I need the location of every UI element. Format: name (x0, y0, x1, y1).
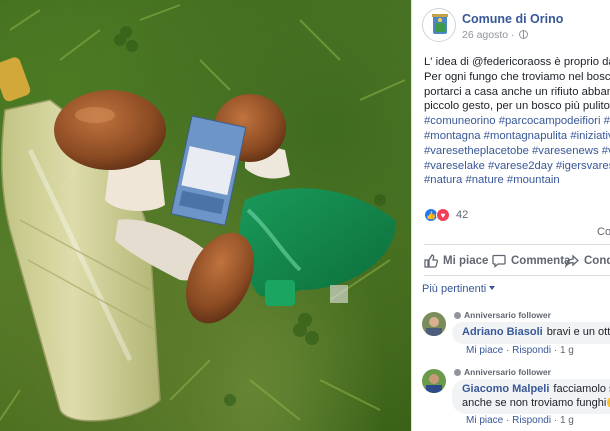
love-reaction-icon: ♥ (436, 208, 450, 222)
follower-badge-text: Anniversario follower (464, 367, 551, 377)
page-name[interactable]: Comune di Orino (462, 12, 563, 26)
plastic-bag (239, 188, 396, 306)
comment-text: anche se non troviamo funghi (462, 396, 607, 409)
badge-icon (454, 369, 461, 376)
post-photo[interactable] (0, 0, 411, 431)
comment-text: bravi e un ottima ide (546, 326, 610, 338)
avatar[interactable] (422, 312, 446, 336)
divider (424, 275, 610, 276)
hashtag-line[interactable]: #vareselake #varese2day #igersvarese # (424, 159, 610, 174)
caret-down-icon (489, 286, 496, 290)
avatar-photo (422, 369, 446, 393)
comment-button-label: Commenta (511, 255, 571, 267)
post-date-text[interactable]: 26 agosto (462, 29, 508, 41)
hashtag-line[interactable]: #comuneorino #parcocampodeifiori #can (424, 114, 610, 129)
comment-icon (492, 254, 506, 268)
follower-badge: Anniversario follower (454, 367, 551, 377)
comments-count[interactable]: Co (597, 226, 610, 238)
comment-reply-link[interactable]: Rispondi (512, 345, 551, 356)
reaction-count[interactable]: 42 (456, 209, 468, 221)
comment-author[interactable]: Giacomo Malpeli (462, 383, 549, 395)
action-bar: Mi piace Commenta Condi (424, 250, 610, 272)
hashtag-line[interactable]: #natura #nature #mountain (424, 173, 610, 188)
divider (424, 244, 610, 245)
photo-scene (0, 4, 406, 422)
like-button[interactable]: Mi piace (424, 250, 488, 272)
comment-sort-label: Più pertinenti (422, 283, 487, 295)
like-button-label: Mi piace (443, 255, 489, 267)
comment-bubble: Adriano Biasolibravi e un ottima ide (452, 322, 610, 344)
comment-bubble: Giacomo Malpeli facciamolo sempr anche se… (452, 379, 610, 414)
globe-icon (519, 30, 529, 39)
share-button-label: Condi (584, 255, 610, 267)
comment-reply-link[interactable]: Rispondi (512, 415, 551, 426)
page-avatar[interactable] (422, 8, 456, 42)
comment-text: facciamolo sempr (553, 383, 610, 395)
post-text: L' idea di @federicoraoss è proprio da c… (424, 55, 610, 188)
post-text-line: Per ogni fungo che troviamo nel bosco p (424, 70, 610, 83)
post-text-line: piccolo gesto, per un bosco più pulito. (424, 100, 610, 113)
hashtag-line[interactable]: #montagna #montagnapulita #iniziativa # (424, 129, 610, 144)
cigarette-pack (170, 115, 247, 226)
like-icon (424, 254, 438, 268)
comment-sort-dropdown[interactable]: Più pertinenti (422, 283, 496, 295)
share-icon (565, 254, 579, 268)
comment-meta: Mi piace · Rispondi · 1 g (466, 415, 574, 426)
badge-icon (454, 312, 461, 319)
post-date[interactable]: 26 agosto · (462, 29, 529, 41)
post-text-line: L' idea di @federicoraoss è proprio da c… (424, 56, 610, 68)
avatar[interactable] (422, 369, 446, 393)
comment-meta: Mi piace · Rispondi · 1 g (466, 345, 574, 356)
comment-age[interactable]: 1 g (560, 415, 574, 426)
post-header: Comune di Orino 26 agosto · (422, 8, 610, 48)
avatar-photo (422, 312, 446, 336)
reactions-summary[interactable]: 👍 ♥ 42 (424, 207, 468, 223)
comment-like-link[interactable]: Mi piace (466, 415, 503, 426)
coat-of-arms-icon (432, 14, 448, 34)
comment-author[interactable]: Adriano Biasoli (462, 326, 543, 338)
comment-age[interactable]: 1 g (560, 345, 574, 356)
hashtag-line[interactable]: #varesetheplacetobe #varesenews #vare (424, 144, 610, 159)
comment-button[interactable]: Commenta (492, 250, 570, 272)
share-button[interactable]: Condi (565, 250, 610, 272)
post-panel: Comune di Orino 26 agosto · L' idea di @… (411, 0, 610, 431)
follower-badge: Anniversario follower (454, 310, 551, 320)
follower-badge-text: Anniversario follower (464, 310, 551, 320)
comment-like-link[interactable]: Mi piace (466, 345, 503, 356)
post-text-line: portarci a casa anche un rifiuto abbando… (424, 85, 610, 98)
